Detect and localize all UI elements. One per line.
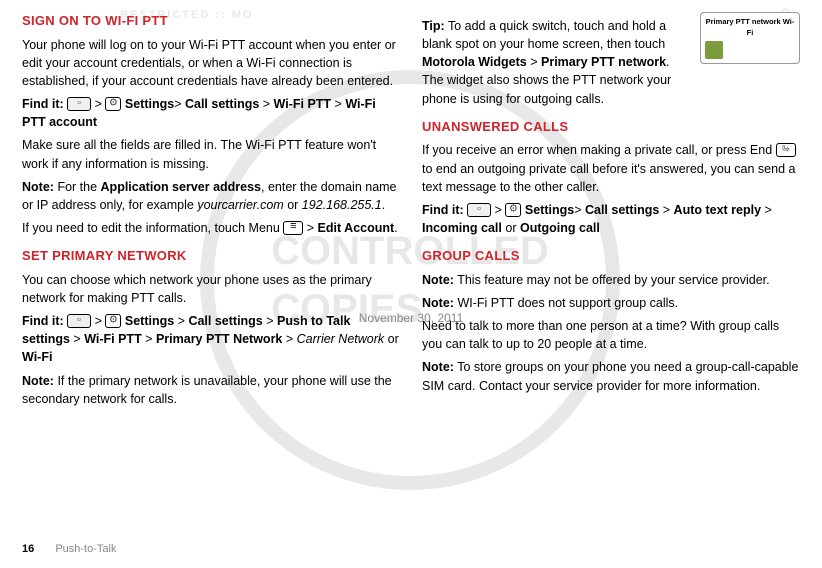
edit-account-label: Edit Account [318,221,395,235]
opt-outgoing: Outgoing call [520,221,600,235]
apps-icon [67,314,91,328]
note-text: Note: If the primary network is unavaila… [22,372,400,408]
body-text: If you need to edit the information, tou… [22,219,400,237]
app-server-label: Application server address [101,180,261,194]
text: If you receive an error when making a pr… [422,143,772,157]
widgets-label: Motorola Widgets [422,55,527,69]
path-settings: Settings [125,314,174,328]
apps-icon [467,203,491,217]
path-primary-network: Primary PTT Network [156,332,282,346]
path-callsettings: Call settings [585,203,659,217]
primary-ptt-label: Primary PTT network [541,55,666,69]
text: to end an outgoing private call before i… [422,162,795,194]
heading-unanswered: Unanswered calls [422,118,800,137]
note-label: Note: [422,360,454,374]
body-text: Make sure all the fields are filled in. … [22,136,400,172]
end-icon [776,143,796,157]
page-footer: 16 Push-to-Talk [22,542,116,558]
body-text: Need to talk to more than one person at … [422,317,800,353]
path-settings: Settings [125,97,174,111]
widget-label: Primary PTT network Wi-Fi [705,17,795,39]
opt-wifi: Wi-Fi [22,350,52,364]
path-autoreply: Auto text reply [674,203,762,217]
gear-icon [105,97,121,111]
right-column: Primary PTT network Wi-Fi Tip: To add a … [422,12,800,510]
text: or [388,332,399,346]
wifi-icon [705,41,723,59]
text: or [505,221,516,235]
findit-label: Find it: [422,203,464,217]
heading-primary-network: Set primary network [22,247,400,266]
note-label: Note: [22,180,54,194]
note-label: Note: [422,273,454,287]
findit-path: Find it: > Settings> Call settings > Wi-… [22,95,400,131]
path-callsettings: Call settings [188,314,262,328]
text: To add a quick switch, touch and hold a … [422,19,666,51]
body-text: Your phone will log on to your Wi-Fi PTT… [22,36,400,90]
opt-carrier: Carrier Network [297,332,385,346]
section-name: Push-to-Talk [55,543,116,555]
path-settings: Settings [525,203,574,217]
text: or [287,198,298,212]
tip-text: Tip: To add a quick switch, touch and ho… [422,17,692,108]
gear-icon [105,314,121,328]
findit-path: Find it: > Settings> Call settings > Aut… [422,201,800,237]
example-domain: yourcarrier.com [197,198,283,212]
menu-icon [283,221,303,235]
note-label: Note: [22,374,54,388]
heading-group-calls: Group calls [422,247,800,266]
gear-icon [505,203,521,217]
heading-signon: Sign on to Wi-Fi PTT [22,12,400,31]
note-text: Note: This feature may not be offered by… [422,271,800,289]
path-callsettings: Call settings [185,97,259,111]
findit-label: Find it: [22,314,64,328]
body-text: If you receive an error when making a pr… [422,141,800,195]
text: To store groups on your phone you need a… [422,360,798,392]
findit-label: Find it: [22,97,64,111]
text: For the [57,180,97,194]
example-ip: 192.168.255.1 [302,198,382,212]
text: This feature may not be offered by your … [457,273,769,287]
opt-incoming: Incoming call [422,221,502,235]
tip-label: Tip: [422,19,445,33]
text: WI-Fi PTT does not support group calls. [457,296,678,310]
page-number: 16 [22,543,34,555]
left-column: Sign on to Wi-Fi PTT Your phone will log… [22,12,400,510]
widget-thumbnail: Primary PTT network Wi-Fi [700,12,800,64]
body-text: You can choose which network your phone … [22,271,400,307]
apps-icon [67,97,91,111]
findit-path: Find it: > Settings > Call settings > Pu… [22,312,400,366]
text: If the primary network is unavailable, y… [22,374,392,406]
text: If you need to edit the information, tou… [22,221,280,235]
note-text: Note: For the Application server address… [22,178,400,214]
note-label: Note: [422,296,454,310]
note-text: Note: WI-Fi PTT does not support group c… [422,294,800,312]
note-text: Note: To store groups on your phone you … [422,358,800,394]
path-wifiptt: Wi-Fi PTT [84,332,142,346]
path-wifiptt: Wi-Fi PTT [274,97,332,111]
